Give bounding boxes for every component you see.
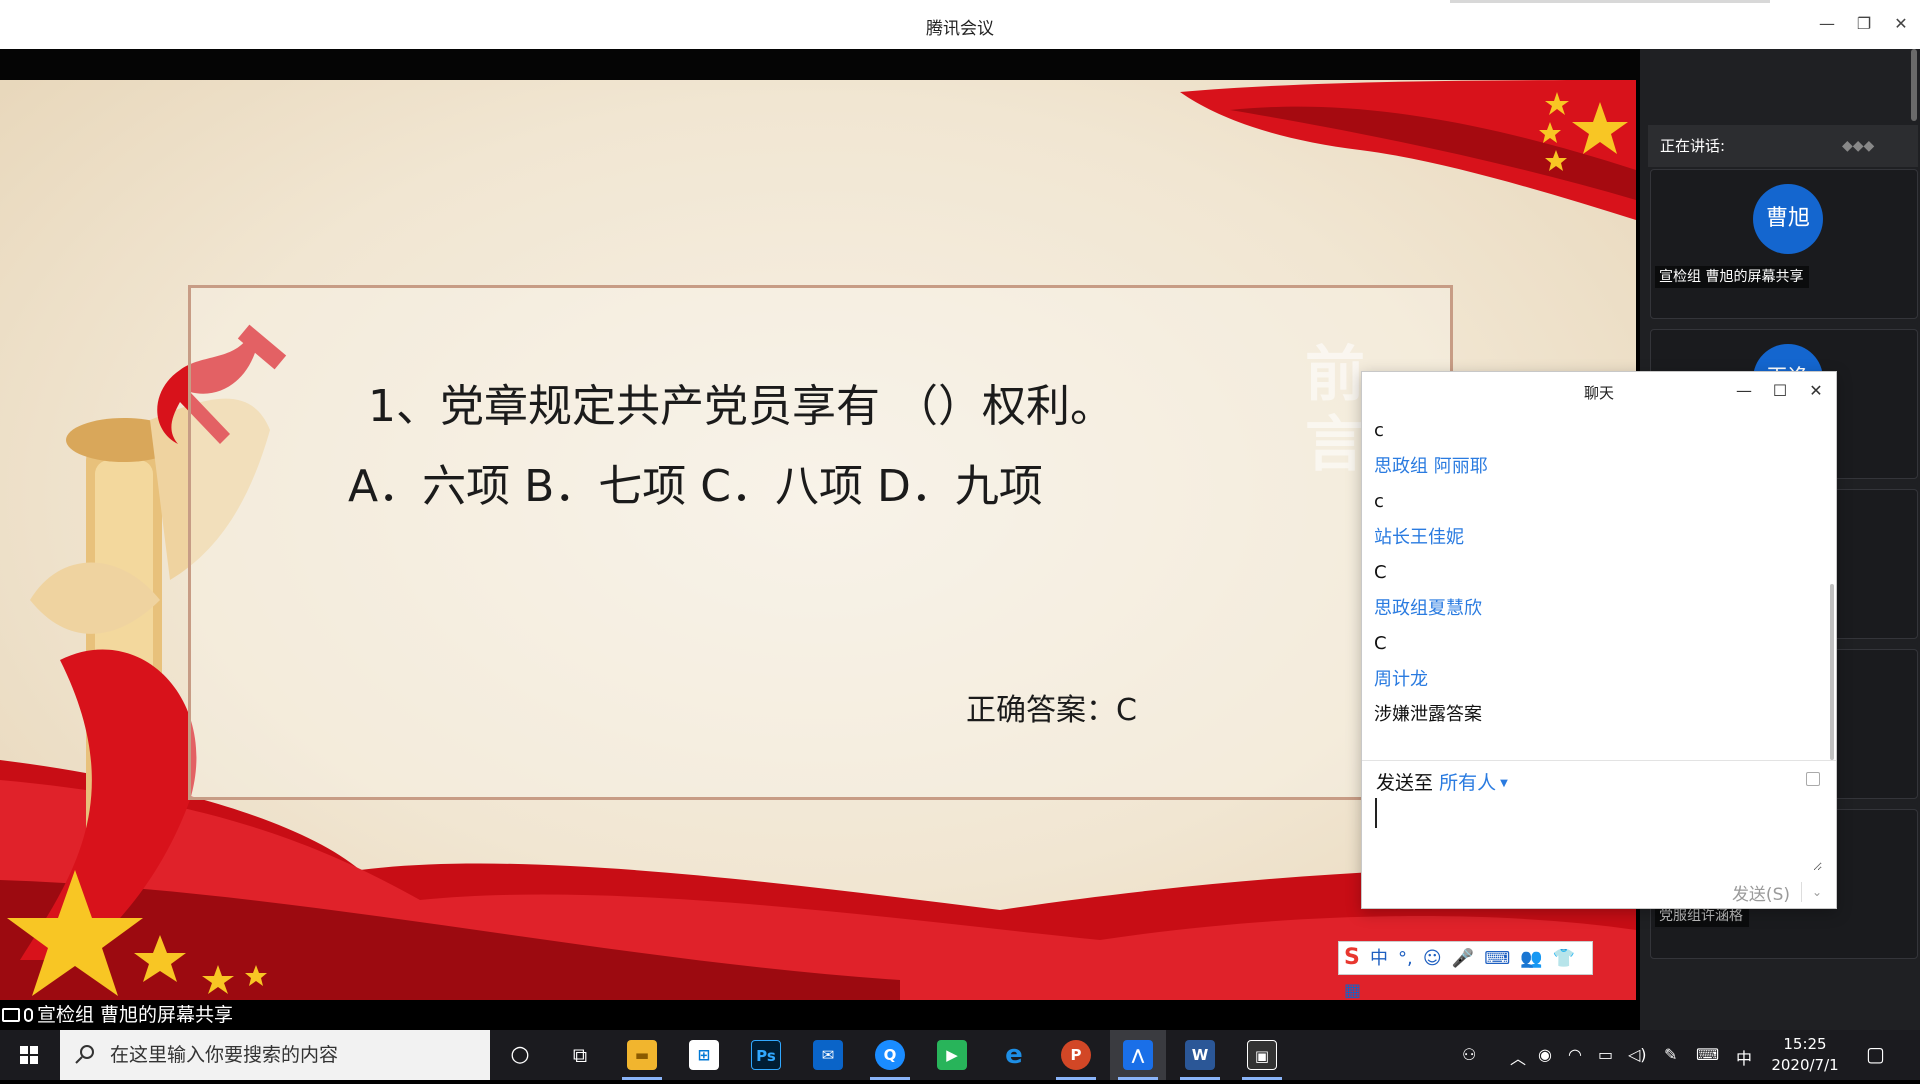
chat-message-list[interactable]: c 思政组 阿丽耶 c 站长王佳妮 C 思政组夏慧欣 C 周计龙 涉嫌泄露答案 [1374, 416, 1814, 734]
chat-sender-name[interactable]: 思政组夏慧欣 [1374, 592, 1814, 629]
chat-sender-name[interactable]: 思政组 阿丽耶 [1374, 450, 1814, 487]
correct-answer: 正确答案：C [966, 693, 1137, 728]
keyboard-icon[interactable]: ⌨ [1484, 943, 1510, 975]
browser-icon[interactable]: Q [862, 1030, 918, 1080]
chat-input[interactable] [1374, 796, 1822, 871]
search-icon [75, 1045, 94, 1064]
chat-scrollbar[interactable] [1830, 584, 1834, 760]
send-button[interactable]: 发送(S) [1732, 880, 1790, 905]
popout-icon[interactable] [1806, 772, 1820, 786]
app-tray-icon[interactable]: ◉ [1538, 1045, 1552, 1064]
sogou-icon[interactable]: S [1344, 942, 1360, 974]
window-titlebar: 腾讯会议 — ❐ ✕ [0, 0, 1920, 49]
skin-icon[interactable]: 👕 [1553, 943, 1575, 975]
media-player-icon[interactable]: ▶ [924, 1030, 980, 1080]
share-top-bar [0, 49, 1640, 80]
pen-icon[interactable]: ✎ [1664, 1045, 1677, 1064]
microphone-icon[interactable]: 🎤 [1452, 943, 1474, 975]
cortana-icon[interactable]: ○ [492, 1030, 548, 1080]
share-label-bar: 宣检组 曹旭的屏幕共享 [0, 1000, 1636, 1030]
window-title: 腾讯会议 [926, 19, 994, 39]
speaking-indicator: 正在讲话: ◆◆◆ [1648, 125, 1918, 167]
chat-message-text: C [1374, 633, 1387, 654]
chat-message-text: 涉嫌泄露答案 [1374, 704, 1482, 725]
windows-logo-icon [20, 1046, 38, 1064]
chat-window[interactable]: 聊天 — ☐ ✕ c 思政组 阿丽耶 c 站长王佳妮 C 思政组夏慧欣 C 周计… [1361, 371, 1837, 909]
chat-sender-name[interactable]: 站长王佳妮 [1374, 521, 1814, 558]
grid-icon[interactable]: ▦ [1344, 975, 1361, 1000]
volume-icon[interactable]: ◁) [1628, 1045, 1647, 1064]
chat-minimize-button[interactable]: — [1730, 380, 1758, 402]
screen-share-icon [2, 1008, 20, 1022]
photoshop-icon[interactable]: Ps [738, 1030, 794, 1080]
avatar: 曹旭 [1753, 184, 1823, 254]
send-options-chevron-icon[interactable]: ⌄ [1800, 882, 1822, 902]
chat-message-text: c [1374, 491, 1384, 512]
system-clock[interactable]: 15:25 2020/7/1 [1760, 1034, 1850, 1076]
taskbar-search-box[interactable]: 在这里输入你要搜索的内容 [60, 1030, 490, 1080]
question-frame [188, 285, 1453, 800]
chat-close-button[interactable]: ✕ [1802, 380, 1830, 402]
chat-maximize-button[interactable]: ☐ [1766, 380, 1794, 402]
participant-tile[interactable]: 曹旭 宣检组 曹旭的屏幕共享 [1650, 169, 1918, 319]
wifi-icon[interactable]: ◠ [1568, 1045, 1582, 1064]
participant-label: 宣检组 曹旭的屏幕共享 [1655, 266, 1810, 288]
share-label: 宣检组 曹旭的屏幕共享 [37, 1004, 234, 1026]
clock-date: 2020/7/1 [1771, 1056, 1839, 1074]
chat-message-text: c [1374, 420, 1384, 441]
users-icon[interactable]: 👥 [1520, 943, 1542, 975]
ime-toolbar[interactable]: S 中 °, ☺ 🎤 ⌨ 👥 👕 ▦ [1338, 941, 1593, 1000]
send-to-selector[interactable]: 发送至 所有人 ▼ [1376, 768, 1508, 795]
titlebar-highlight [1450, 0, 1770, 3]
microphone-icon [24, 1008, 33, 1022]
powerpoint-icon[interactable]: P [1048, 1030, 1104, 1080]
tencent-meeting-icon[interactable]: ⋀ [1110, 1030, 1166, 1080]
chat-divider [1362, 760, 1836, 761]
file-explorer-icon[interactable]: ▬ [614, 1030, 670, 1080]
edge-icon[interactable]: e [986, 1030, 1042, 1080]
battery-icon[interactable]: ▭ [1598, 1045, 1613, 1064]
text-cursor [1375, 798, 1377, 828]
speaking-label: 正在讲话: [1660, 137, 1726, 155]
mail-icon[interactable]: ✉ [800, 1030, 856, 1080]
speaker-avatars-icon: ◆◆◆ [1842, 138, 1875, 154]
chevron-up-icon[interactable]: ︿ [1510, 1045, 1526, 1069]
word-icon[interactable]: W [1172, 1030, 1228, 1080]
emoji-icon[interactable]: ☺ [1423, 943, 1442, 975]
search-placeholder: 在这里输入你要搜索的内容 [110, 1044, 339, 1066]
chat-message-text: C [1374, 562, 1387, 583]
chevron-down-icon[interactable]: ▼ [1500, 778, 1508, 789]
notification-icon[interactable]: ▢ [1866, 1042, 1885, 1066]
keyboard-icon[interactable]: ⌨ [1696, 1045, 1719, 1064]
ime-punctuation[interactable]: °, [1398, 943, 1413, 975]
panel-scrollbar[interactable] [1911, 49, 1917, 121]
quiz-options: A．六项 B．七项 C．八项 D．九项 [348, 461, 1043, 512]
send-to-label: 发送至 [1376, 772, 1434, 794]
chat-title: 聊天 [1583, 384, 1614, 402]
quiz-question: 1、党章规定共产党员享有 （）权利。 [368, 381, 1114, 432]
ime-indicator[interactable]: 中 [1736, 1045, 1752, 1069]
send-to-target[interactable]: 所有人 [1439, 772, 1496, 794]
start-button[interactable] [0, 1030, 60, 1080]
minimize-button[interactable]: — [1812, 12, 1842, 36]
ime-chinese-mode[interactable]: 中 [1370, 943, 1388, 975]
chat-sender-name[interactable]: 周计龙 [1374, 663, 1814, 700]
chat-titlebar[interactable]: 聊天 — ☐ ✕ [1362, 372, 1836, 410]
store-icon[interactable]: ⊞ [676, 1030, 732, 1080]
restore-button[interactable]: ❐ [1849, 12, 1879, 36]
camera-app-icon[interactable]: ▣ [1234, 1030, 1290, 1080]
windows-taskbar: 在这里输入你要搜索的内容 ○ ⧉ ▬ ⊞ Ps ✉ Q ▶ e P ⋀ W ▣ … [0, 1030, 1920, 1080]
people-icon[interactable]: ⚇ [1462, 1045, 1476, 1064]
close-button[interactable]: ✕ [1886, 12, 1916, 36]
clock-time: 15:25 [1783, 1035, 1827, 1053]
task-view-icon[interactable]: ⧉ [552, 1030, 608, 1080]
